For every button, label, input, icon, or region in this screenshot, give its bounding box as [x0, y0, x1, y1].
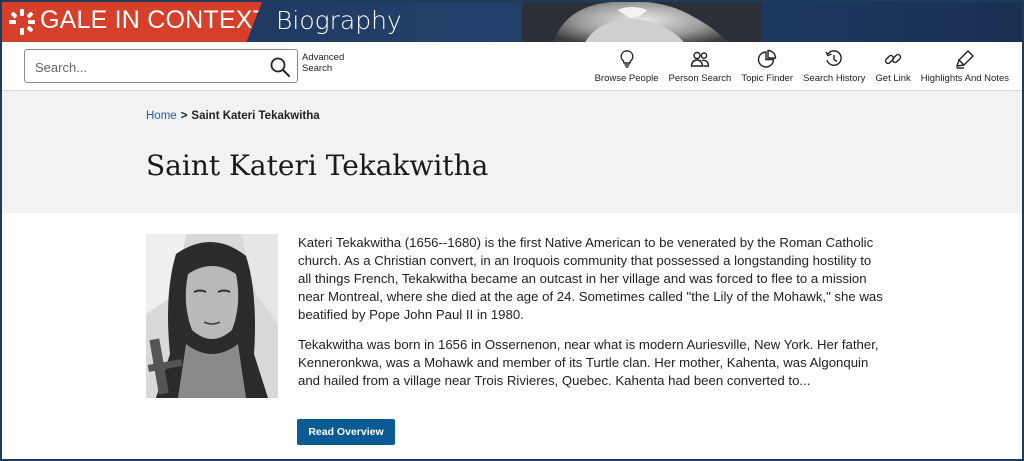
- brand-name: GALE IN CONTEXT: [40, 6, 269, 34]
- breadcrumb-current: Saint Kateri Tekakwitha: [191, 110, 320, 122]
- search-history-button[interactable]: Search History: [798, 46, 870, 88]
- article-paragraph: Kateri Tekakwitha (1656--1680) is the fi…: [298, 235, 883, 322]
- browse-people-button[interactable]: Browse People: [590, 46, 664, 88]
- search-icon[interactable]: [269, 56, 291, 78]
- banner-statue-image: [522, 2, 762, 42]
- breadcrumb-separator: >: [180, 110, 188, 122]
- page-title: Saint Kateri Tekakwitha: [146, 149, 489, 182]
- topic-finder-label: Topic Finder: [741, 73, 794, 84]
- highlights-notes-button[interactable]: Highlights And Notes: [916, 46, 1014, 88]
- topic-finder-button[interactable]: Topic Finder: [736, 46, 798, 88]
- browse-people-label: Browse People: [594, 73, 659, 84]
- person-search-label: Person Search: [668, 73, 732, 84]
- article-body: Kateri Tekakwitha (1656--1680) is the fi…: [298, 234, 888, 402]
- app-frame: GALE IN CONTEXT Biography Ad: [0, 0, 1024, 461]
- breadcrumb-home-link[interactable]: Home: [146, 110, 177, 122]
- highlighter-icon: [955, 50, 974, 69]
- get-link-button[interactable]: Get Link: [870, 46, 915, 88]
- product-name: Biography: [276, 6, 402, 35]
- search-input[interactable]: [33, 56, 265, 78]
- link-icon: [884, 53, 902, 65]
- read-overview-button[interactable]: Read Overview: [297, 419, 395, 445]
- gale-logo-icon: [9, 9, 35, 35]
- highlights-notes-label: Highlights And Notes: [920, 73, 1009, 84]
- lightbulb-icon: [620, 50, 634, 68]
- people-icon: [690, 51, 710, 67]
- search-box: [24, 49, 298, 83]
- tool-bar-buttons: Browse People Person Search Topic Finder: [590, 46, 1014, 88]
- toolbar: Advanced Search Browse People Person Sea…: [2, 42, 1022, 91]
- search-history-label: Search History: [803, 73, 866, 84]
- person-search-button[interactable]: Person Search: [664, 46, 737, 88]
- brand-block[interactable]: GALE IN CONTEXT: [2, 2, 262, 42]
- article-paragraph: Tekakwitha was born in 1656 in Osserneno…: [298, 337, 879, 388]
- page-header: Home > Saint Kateri Tekakwitha Saint Kater…: [2, 91, 1022, 213]
- history-icon: [825, 50, 843, 66]
- portrait-image: [146, 234, 278, 398]
- top-banner: GALE IN CONTEXT Biography: [2, 2, 1022, 42]
- get-link-label: Get Link: [875, 73, 911, 84]
- advanced-search-link[interactable]: Advanced Search: [302, 52, 352, 74]
- breadcrumb: Home > Saint Kateri Tekakwitha: [146, 110, 320, 122]
- pie-chart-icon: [758, 49, 777, 68]
